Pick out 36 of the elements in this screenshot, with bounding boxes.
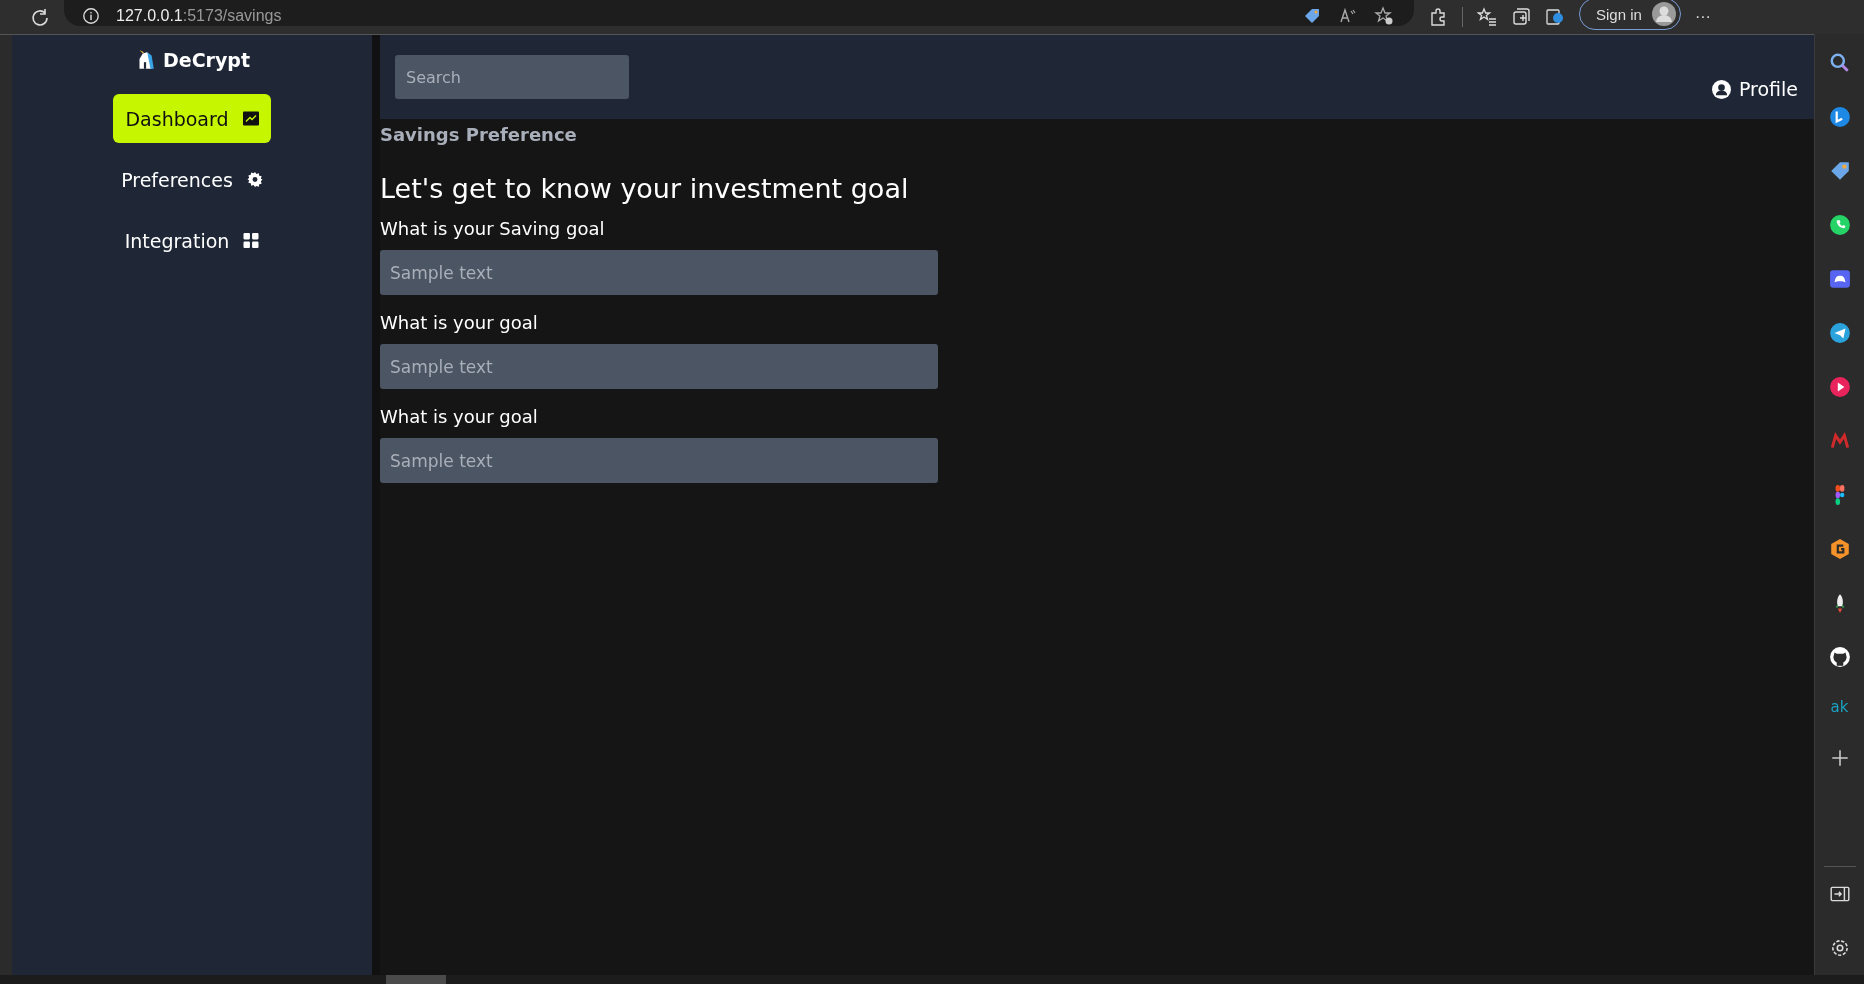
gear-icon <box>246 172 263 187</box>
input-field[interactable]: Sample text <box>380 438 938 483</box>
chart-icon <box>242 111 259 126</box>
question-label: What is your Saving goal <box>380 218 605 239</box>
phone-bubble-icon[interactable] <box>1828 214 1851 236</box>
user-icon <box>1711 79 1731 99</box>
heading: Let's get to know your investment goal <box>380 173 909 204</box>
cat-icon[interactable] <box>1828 646 1851 668</box>
ak-label[interactable]: ak <box>1830 700 1849 715</box>
avatar-icon <box>1651 2 1676 26</box>
page-title: Savings Preference <box>380 124 577 145</box>
collections-icon[interactable] <box>1511 7 1531 27</box>
input-field[interactable]: Sample text <box>380 344 938 389</box>
grid-icon <box>243 233 260 248</box>
question-label: What is your goal <box>380 312 538 333</box>
search-field[interactable]: Search <box>395 55 629 99</box>
search-icon[interactable] <box>1828 52 1851 74</box>
nav-item[interactable]: Integration <box>112 216 272 265</box>
reload-icon[interactable] <box>30 7 50 27</box>
paper-plane-icon[interactable] <box>1828 322 1851 344</box>
brand-name: DeCrypt <box>162 49 250 71</box>
favorites-icon[interactable] <box>1477 7 1497 27</box>
profile-link[interactable]: Profile <box>1711 78 1798 100</box>
nav-item[interactable]: Dashboard <box>113 94 271 143</box>
browser-logo-icon[interactable] <box>1545 7 1565 27</box>
question-label: What is your goal <box>380 406 538 427</box>
hexagon-icon[interactable] <box>1828 538 1851 560</box>
favorite-add-icon[interactable] <box>1374 6 1394 26</box>
scrollbar-thumb[interactable] <box>386 975 446 984</box>
play-icon[interactable] <box>1828 376 1851 398</box>
input-field[interactable]: Sample text <box>380 250 938 295</box>
info-icon[interactable] <box>82 7 100 25</box>
nav-item[interactable]: Preferences <box>109 155 275 204</box>
puzzle-icon[interactable] <box>1428 7 1448 27</box>
address-bar[interactable]: 127.0.0.1:5173/savings <box>64 0 1414 26</box>
more-menu[interactable]: ··· <box>1694 8 1711 26</box>
